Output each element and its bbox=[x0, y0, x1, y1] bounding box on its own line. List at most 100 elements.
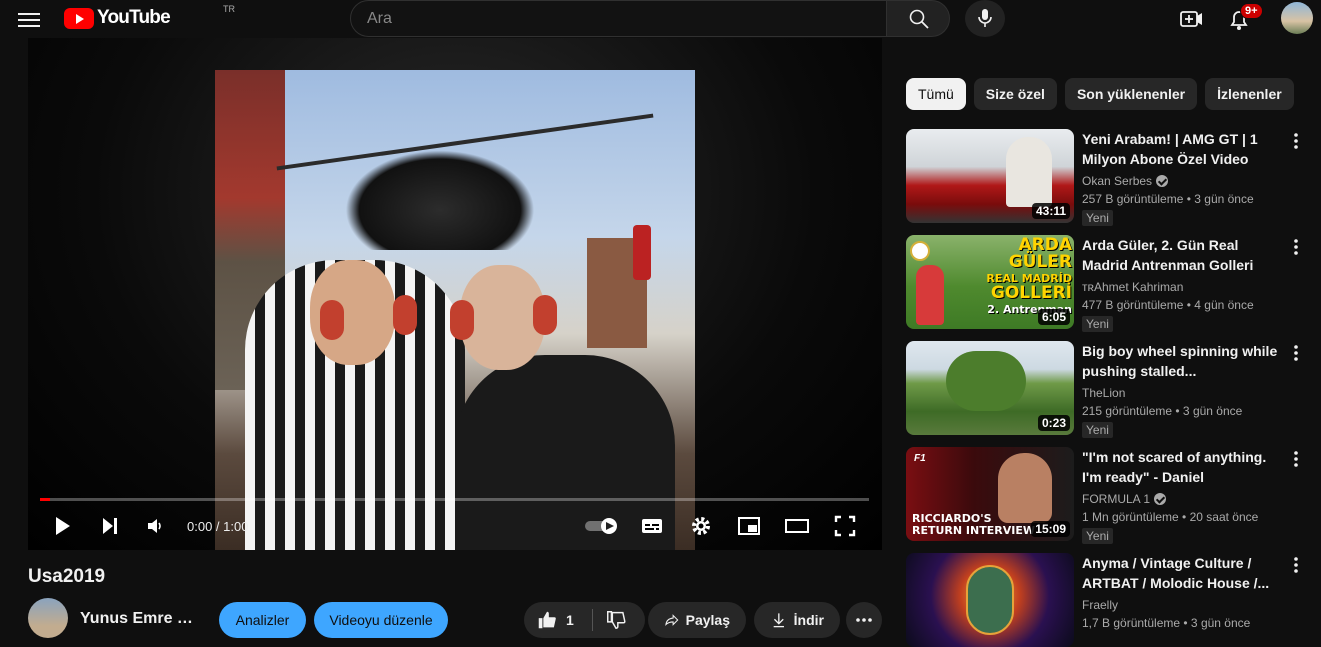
download-icon bbox=[773, 613, 784, 628]
download-label: İndir bbox=[793, 612, 824, 628]
video-frame[interactable] bbox=[215, 70, 695, 550]
more-vertical-icon[interactable] bbox=[1288, 449, 1304, 469]
new-badge: Yeni bbox=[1082, 316, 1113, 332]
search-input[interactable] bbox=[351, 1, 886, 36]
thumbnail-person bbox=[1006, 137, 1052, 207]
recommendation-title[interactable]: Big boy wheel spinning while pushing sta… bbox=[1082, 341, 1282, 381]
new-badge: Yeni bbox=[1082, 528, 1113, 544]
thumbnail-text: ARDA GÜLER REAL MADRİD GOLLERİ 2. Antren… bbox=[986, 235, 1072, 316]
video-duration: 43:11 bbox=[1031, 203, 1070, 219]
more-vertical-icon[interactable] bbox=[1288, 131, 1304, 151]
youtube-play-logo-icon bbox=[64, 7, 94, 29]
subtitles-icon[interactable] bbox=[640, 514, 664, 538]
verified-icon bbox=[1154, 493, 1167, 505]
thumbnail-face bbox=[966, 565, 1014, 635]
progress-played bbox=[40, 498, 50, 501]
video-scene-extinguisher bbox=[633, 225, 651, 280]
notification-badge: 9+ bbox=[1240, 3, 1263, 19]
settings-gear-icon[interactable] bbox=[689, 514, 713, 538]
recommendation-title[interactable]: "I'm not scared of anything. I'm ready" … bbox=[1082, 447, 1282, 487]
f1-logo-icon: F1 bbox=[914, 453, 926, 464]
progress-bar[interactable] bbox=[40, 498, 869, 501]
recommendation-item[interactable]: ARDA GÜLER REAL MADRİD GOLLERİ 2. Antren… bbox=[906, 235, 1316, 332]
video-thumbnail[interactable] bbox=[906, 553, 1074, 647]
recommendation-meta: 257 B görüntüleme • 3 gün önce bbox=[1082, 192, 1254, 206]
channel-label: Okan Serbes bbox=[1082, 174, 1153, 188]
share-button[interactable]: Paylaş bbox=[648, 602, 746, 638]
recommendation-channel[interactable]: FORMULA 1 bbox=[1082, 492, 1167, 506]
recommendation-channel[interactable]: TheLion bbox=[1082, 386, 1125, 400]
channel-name[interactable]: Yunus Emre H... bbox=[80, 610, 198, 628]
recommendation-title[interactable]: Anyma / Vintage Culture / ARTBAT / Molod… bbox=[1082, 553, 1282, 593]
logo-text: YouTube bbox=[97, 7, 171, 28]
more-actions-button[interactable] bbox=[846, 602, 882, 638]
time-display: 0:00 / 1:00 bbox=[187, 519, 249, 534]
autoplay-toggle[interactable] bbox=[585, 518, 619, 534]
video-thumbnail[interactable]: 0:23 bbox=[906, 341, 1074, 435]
video-thumbnail[interactable]: ARDA GÜLER REAL MADRİD GOLLERİ 2. Antren… bbox=[906, 235, 1074, 329]
more-horizontal-icon bbox=[856, 618, 872, 622]
recommendation-meta: 215 görüntüleme • 3 gün önce bbox=[1082, 404, 1243, 418]
play-icon[interactable] bbox=[50, 514, 74, 538]
video-scene-earmuff bbox=[320, 300, 344, 340]
next-icon[interactable] bbox=[98, 514, 122, 538]
analytics-button[interactable]: Analizler bbox=[219, 602, 306, 638]
like-dislike-group: 1 bbox=[524, 602, 645, 638]
recommendation-title[interactable]: Yeni Arabam! | AMG GT | 1 Milyon Abone Ö… bbox=[1082, 129, 1282, 169]
edit-video-button[interactable]: Videoyu düzenle bbox=[314, 602, 448, 638]
like-count[interactable]: 1 bbox=[566, 612, 574, 628]
filter-chips: Tümü Size özel Son yüklenenler İzlenenle… bbox=[906, 78, 1294, 110]
chip-recently-uploaded[interactable]: Son yüklenenler bbox=[1064, 78, 1198, 110]
thumbnail-tree bbox=[946, 351, 1026, 411]
recommendation-channel[interactable]: ᴛʀAhmet Kahriman bbox=[1082, 280, 1183, 294]
video-player[interactable]: 0:00 / 1:00 bbox=[28, 38, 882, 550]
volume-icon[interactable] bbox=[144, 514, 168, 538]
search-box bbox=[350, 0, 887, 37]
channel-avatar[interactable] bbox=[28, 598, 68, 638]
menu-icon[interactable] bbox=[18, 10, 40, 28]
new-badge: Yeni bbox=[1082, 422, 1113, 438]
recommendation-item[interactable]: 43:11 Yeni Arabam! | AMG GT | 1 Milyon A… bbox=[906, 129, 1316, 226]
thumbnail-text: RICCIARDO'S RETURN INTERVIEW bbox=[912, 512, 1035, 537]
video-scene-earmuff bbox=[450, 300, 474, 340]
theater-mode-icon[interactable] bbox=[784, 514, 810, 538]
create-button[interactable] bbox=[1176, 4, 1206, 34]
thumbnail-player bbox=[916, 265, 944, 325]
recommendation-channel[interactable]: Fraelly bbox=[1082, 598, 1118, 612]
video-thumbnail[interactable]: 43:11 bbox=[906, 129, 1074, 223]
more-vertical-icon[interactable] bbox=[1288, 343, 1304, 363]
new-badge: Yeni bbox=[1082, 210, 1113, 226]
video-thumbnail[interactable]: F1 RICCIARDO'S RETURN INTERVIEW 15:09 bbox=[906, 447, 1074, 541]
channel-label: FORMULA 1 bbox=[1082, 492, 1151, 506]
more-vertical-icon[interactable] bbox=[1288, 555, 1304, 575]
microphone-icon bbox=[978, 9, 992, 27]
recommendation-meta: 477 B görüntüleme • 4 gün önce bbox=[1082, 298, 1254, 312]
account-avatar[interactable] bbox=[1281, 2, 1313, 34]
recommendation-channel[interactable]: Okan Serbes bbox=[1082, 174, 1169, 188]
video-scene-earmuff bbox=[533, 295, 557, 335]
share-label: Paylaş bbox=[685, 612, 730, 628]
country-code: TR bbox=[223, 4, 235, 14]
youtube-logo[interactable]: YouTube TR bbox=[64, 4, 235, 29]
verified-icon bbox=[1156, 175, 1169, 187]
miniplayer-icon[interactable] bbox=[737, 514, 761, 538]
more-vertical-icon[interactable] bbox=[1288, 237, 1304, 257]
search-button[interactable] bbox=[886, 0, 950, 37]
video-title: Usa2019 bbox=[28, 566, 106, 587]
video-duration: 15:09 bbox=[1031, 521, 1070, 537]
recommendation-item[interactable]: Anyma / Vintage Culture / ARTBAT / Molod… bbox=[906, 553, 1316, 647]
video-duration: 0:23 bbox=[1037, 415, 1070, 431]
download-button[interactable]: İndir bbox=[754, 602, 840, 638]
search-icon bbox=[909, 9, 929, 29]
chip-all[interactable]: Tümü bbox=[906, 78, 966, 110]
recommendation-title[interactable]: Arda Güler, 2. Gün Real Madrid Antrenman… bbox=[1082, 235, 1282, 275]
recommendation-item[interactable]: F1 RICCIARDO'S RETURN INTERVIEW 15:09 "I… bbox=[906, 447, 1316, 544]
recommendation-item[interactable]: 0:23 Big boy wheel spinning while pushin… bbox=[906, 341, 1316, 438]
chip-watched[interactable]: İzlenenler bbox=[1205, 78, 1294, 110]
real-madrid-crest-icon bbox=[910, 241, 930, 261]
recommendation-meta: 1 Mn görüntüleme • 20 saat önce bbox=[1082, 510, 1259, 524]
video-scene-helicopter bbox=[345, 150, 535, 250]
chip-for-you[interactable]: Size özel bbox=[973, 78, 1057, 110]
voice-search-button[interactable] bbox=[965, 0, 1005, 37]
fullscreen-icon[interactable] bbox=[833, 514, 857, 538]
